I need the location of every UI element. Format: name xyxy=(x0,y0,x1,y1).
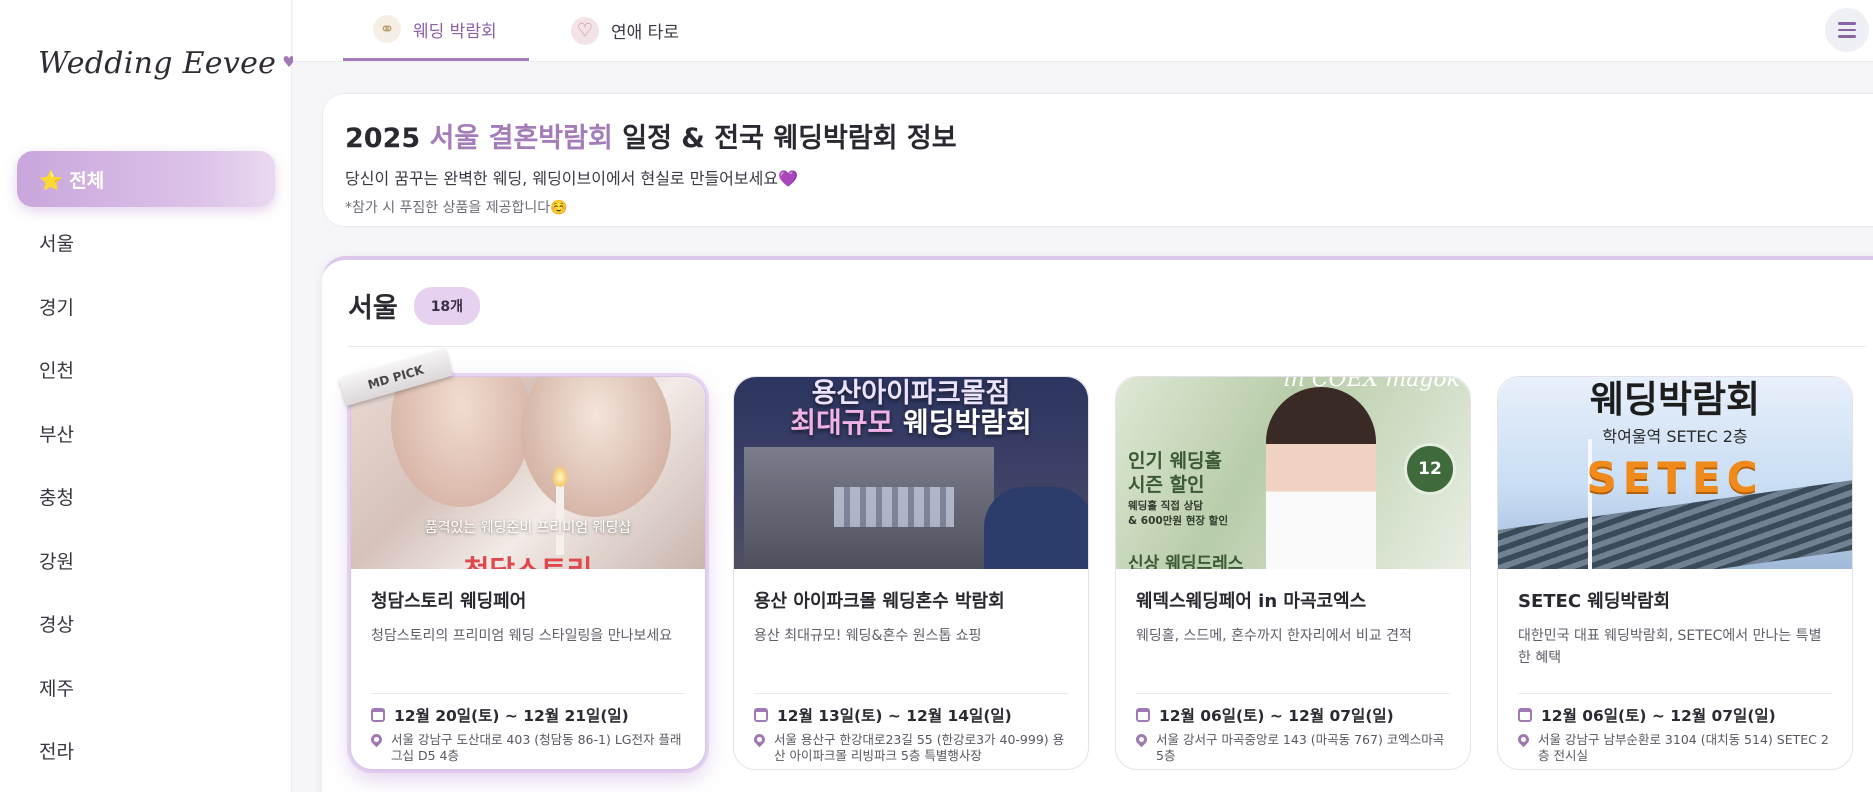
divider xyxy=(754,693,1068,694)
calendar-icon xyxy=(371,708,385,722)
image-subheadline: 학여울역 SETEC 2층 xyxy=(1602,427,1748,446)
tab-label: 연애 타로 xyxy=(611,23,679,43)
page-title: 2025 서울 결혼박람회 일정 & 전국 웨딩박람회 정보 xyxy=(345,116,1873,155)
sidebar-item-jeolla[interactable]: 전라 xyxy=(17,723,275,779)
card-location: 서울 용산구 한강대로23길 55 (한강로3가 40-999) 용산 아이파크… xyxy=(751,731,1068,764)
divider xyxy=(1136,693,1450,694)
sidebar-item-label: 경기 xyxy=(39,296,74,319)
location-pin-icon xyxy=(368,731,385,748)
card-date: 12월 06일(토) ~ 12월 07일(일) xyxy=(1518,704,1832,726)
title-accent: 서울 결혼박람회 xyxy=(429,123,613,154)
logo-text: Wedding Eevee xyxy=(38,46,277,81)
location-text: 서울 용산구 한강대로23길 55 (한강로3가 40-999) 용산 아이파크… xyxy=(774,732,1065,763)
image-headline: 인기 웨딩홀 시즌 할인 xyxy=(1128,450,1223,496)
sidebar-item-label: ⭐ 전체 xyxy=(39,169,105,192)
sidebar-item-gyeonggi[interactable]: 경기 xyxy=(17,278,275,334)
sidebar-item-label: 경상 xyxy=(39,614,74,636)
card-description: 용산 최대규모! 웨딩&혼수 원스톱 쇼핑 xyxy=(754,628,982,644)
sidebar-item-all[interactable]: ⭐ 전체 xyxy=(17,151,275,207)
location-text: 서울 강서구 마곡중앙로 143 (마곡동 767) 코엑스마곡 5층 xyxy=(1156,732,1445,763)
title-suffix: 일정 & 전국 웨딩박람회 정보 xyxy=(612,123,957,154)
sidebar-item-gangwon[interactable]: 강원 xyxy=(17,532,275,588)
sidebar-item-seoul[interactable]: 서울 xyxy=(17,215,275,271)
section-header: 서울 18개 xyxy=(348,286,481,325)
image-seal: 12 xyxy=(1404,443,1456,495)
card-title: 웨덱스웨딩페어 in 마곡코엑스 xyxy=(1136,591,1367,612)
calendar-icon xyxy=(1518,708,1532,722)
fair-card-image: in COEX magok 인기 웨딩홀 시즌 할인 웨딩홀 직접 상담 & 6… xyxy=(1116,377,1470,569)
tab-label: 웨딩 박람회 xyxy=(413,21,497,42)
logo[interactable]: Wedding Eevee ♥ xyxy=(38,46,296,81)
couple-icon: ♡ xyxy=(571,16,599,45)
sidebar: Wedding Eevee ♥ ⭐ 전체 서울 경기 인천 부산 충청 강원 경상… xyxy=(0,0,296,792)
fair-card[interactable]: 용산아이파크몰점 최대규모 웨딩박람회 용산 아이파크몰 웨딩혼수 박람회 용산… xyxy=(733,376,1089,770)
fair-card-image: 웨딩박람회 학여울역 SETEC 2층 SETEC xyxy=(1498,377,1852,569)
divider xyxy=(348,346,1866,347)
card-date: 12월 06일(토) ~ 12월 07일(일) xyxy=(1136,704,1450,726)
sidebar-item-label: 충청 xyxy=(39,487,74,509)
sidebar-item-label: 강원 xyxy=(39,550,74,573)
date-text: 12월 06일(토) ~ 12월 07일(일) xyxy=(1159,707,1394,725)
date-text: 12월 20일(토) ~ 12월 21일(일) xyxy=(394,707,629,725)
card-date: 12월 13일(토) ~ 12월 14일(일) xyxy=(754,704,1068,726)
location-pin-icon xyxy=(751,731,768,748)
image-footer: 신상 웨딩드레스 xyxy=(1128,554,1244,569)
location-text: 서울 강남구 도산대로 403 (청담동 86-1) LG전자 플래그십 D5 … xyxy=(391,732,682,763)
fair-card[interactable]: MD PICK 품격있는 웨딩준비 프리미엄 웨딩샵 청담스토리 청담스토리 웨… xyxy=(339,348,706,770)
sidebar-item-label: 전라 xyxy=(39,741,74,763)
card-location: 서울 강서구 마곡중앙로 143 (마곡동 767) 코엑스마곡 5층 xyxy=(1133,731,1450,764)
image-details: 웨딩홀 직접 상담 & 600만원 현장 할인 xyxy=(1128,500,1229,527)
sidebar-item-chungcheong[interactable]: 충청 xyxy=(17,469,275,525)
divider xyxy=(1518,693,1832,694)
sidebar-item-label: 인천 xyxy=(39,360,74,382)
tab-love-tarot[interactable]: ♡ 연애 타로 xyxy=(561,0,689,61)
card-title: SETEC 웨딩박람회 xyxy=(1518,591,1671,612)
image-brand: 청담스토리 xyxy=(351,549,705,569)
fair-card-image: 용산아이파크몰점 최대규모 웨딩박람회 xyxy=(734,377,1088,569)
calendar-icon xyxy=(754,708,768,722)
hamburger-menu-icon[interactable] xyxy=(1825,8,1869,52)
page-subtitle: 당신이 꿈꾸는 완벽한 웨딩, 웨딩이브이에서 현실로 만들어보세요💜 xyxy=(345,169,798,188)
date-text: 12월 13일(토) ~ 12월 14일(일) xyxy=(777,707,1012,725)
sidebar-item-gyeongsang[interactable]: 경상 xyxy=(17,596,275,652)
page-note: *참가 시 푸짐한 상품을 제공합니다☺️ xyxy=(345,200,568,216)
title-year: 2025 xyxy=(345,123,430,154)
fair-card[interactable]: 웨딩박람회 학여울역 SETEC 2층 SETEC SETEC 웨딩박람회 대한… xyxy=(1497,376,1853,770)
card-description: 대한민국 대표 웨딩박람회, SETEC에서 만나는 특별한 혜택 xyxy=(1518,628,1822,666)
date-text: 12월 06일(토) ~ 12월 07일(일) xyxy=(1541,707,1776,725)
card-description: 청담스토리의 프리미엄 웨딩 스타일링을 만나보세요 xyxy=(371,628,673,644)
sidebar-item-label: 서울 xyxy=(39,233,74,255)
sidebar-item-label: 제주 xyxy=(39,677,74,700)
intro-panel: 2025 서울 결혼박람회 일정 & 전국 웨딩박람회 정보 당신이 꿈꾸는 완… xyxy=(322,93,1873,227)
sidebar-item-jeju[interactable]: 제주 xyxy=(17,659,275,715)
card-location: 서울 강남구 남부순환로 3104 (대치동 514) SETEC 2층 전시실 xyxy=(1515,731,1832,764)
section-title: 서울 xyxy=(348,293,398,324)
region-section: 서울 18개 MD PICK 품격있는 웨딩준비 프리미엄 웨딩샵 청담스토리 … xyxy=(322,256,1873,792)
sidebar-item-busan[interactable]: 부산 xyxy=(17,405,275,461)
location-text: 서울 강남구 남부순환로 3104 (대치동 514) SETEC 2층 전시실 xyxy=(1538,732,1829,763)
divider xyxy=(371,693,685,694)
card-date: 12월 20일(토) ~ 12월 21일(일) xyxy=(371,704,685,726)
tab-wedding-fair[interactable]: ⚭ 웨딩 박람회 xyxy=(343,0,529,61)
count-badge: 18개 xyxy=(413,286,481,325)
location-pin-icon xyxy=(1515,731,1532,748)
location-pin-icon xyxy=(1133,731,1150,748)
fair-card[interactable]: in COEX magok 인기 웨딩홀 시즌 할인 웨딩홀 직접 상담 & 6… xyxy=(1115,376,1471,770)
sidebar-item-label: 부산 xyxy=(39,423,74,446)
sidebar-item-incheon[interactable]: 인천 xyxy=(17,342,275,398)
rings-icon: ⚭ xyxy=(373,15,401,43)
card-title: 청담스토리 웨딩페어 xyxy=(371,591,527,612)
image-subheadline: 최대규모 웨딩박람회 xyxy=(790,406,1032,439)
fair-card-image: 품격있는 웨딩준비 프리미엄 웨딩샵 청담스토리 xyxy=(351,377,705,569)
card-description: 웨딩홀, 스드메, 혼수까지 한자리에서 비교 견적 xyxy=(1136,628,1412,644)
region-nav: ⭐ 전체 서울 경기 인천 부산 충청 강원 경상 제주 전라 xyxy=(17,151,275,786)
image-caption: 품격있는 웨딩준비 프리미엄 웨딩샵 xyxy=(424,520,632,536)
card-location: 서울 강남구 도산대로 403 (청담동 86-1) LG전자 플래그십 D5 … xyxy=(368,731,685,764)
image-brand: in COEX magok xyxy=(1283,377,1460,392)
image-headline: 웨딩박람회 xyxy=(1589,378,1761,421)
image-sign: SETEC xyxy=(1586,453,1764,502)
calendar-icon xyxy=(1136,708,1150,722)
card-title: 용산 아이파크몰 웨딩혼수 박람회 xyxy=(754,591,1005,612)
top-bar: ⚭ 웨딩 박람회 ♡ 연애 타로 xyxy=(293,0,1873,62)
